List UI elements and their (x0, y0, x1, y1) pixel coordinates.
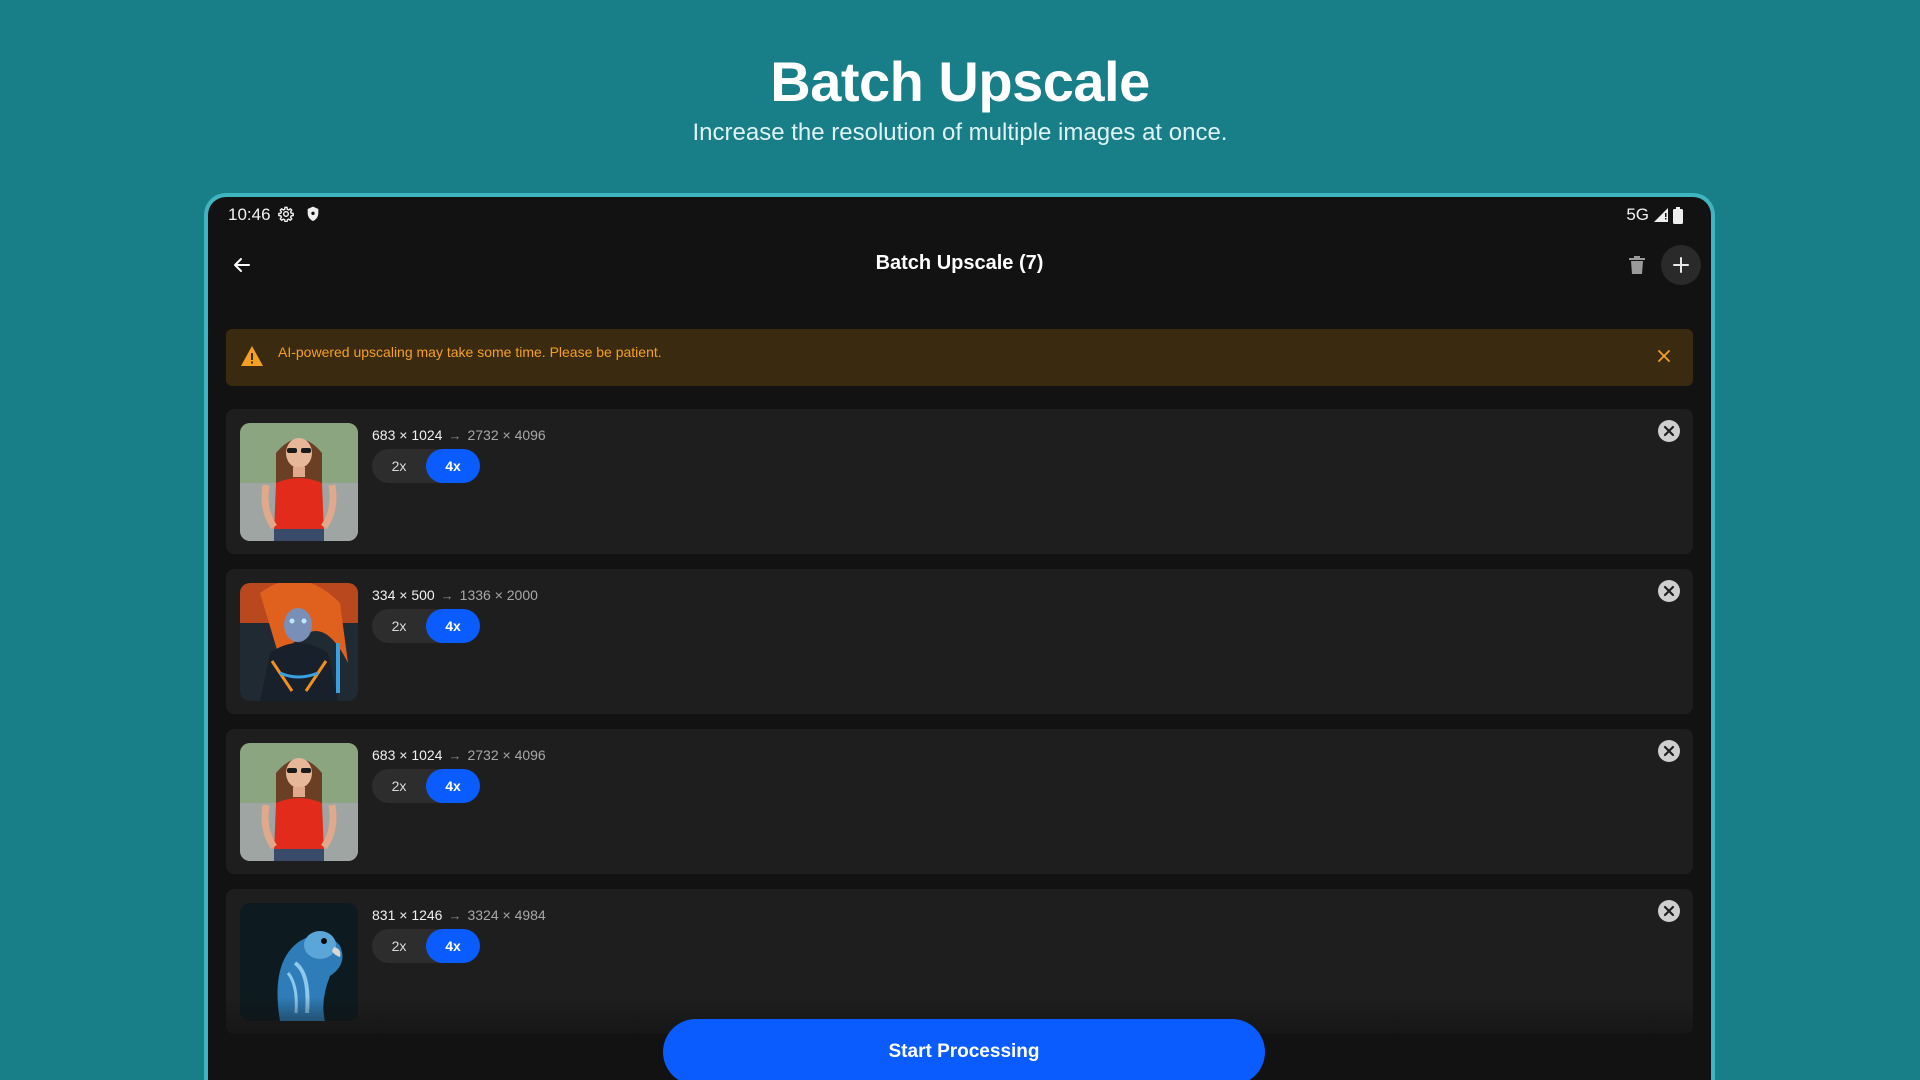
plus-icon (1673, 257, 1689, 273)
device-frame: 10:46 5G Batch Upscale (7) AI-powered up… (204, 193, 1715, 1080)
status-indicators: 5G (1626, 205, 1683, 225)
remove-image-button[interactable] (1657, 899, 1681, 923)
dimensions: 683 × 1024 → 2732 × 4096 (372, 747, 546, 763)
trash-icon (1629, 256, 1645, 274)
close-icon (1658, 350, 1670, 362)
hero-subtitle: Increase the resolution of multiple imag… (692, 119, 1228, 146)
scale-option-2x[interactable]: 2x (372, 929, 426, 963)
warning-close-button[interactable] (1653, 345, 1675, 367)
image-card: 683 × 1024 → 2732 × 4096 2x 4x (226, 409, 1693, 554)
target-dimensions: 2732 × 4096 (467, 427, 546, 443)
scale-option-4x[interactable]: 4x (426, 449, 480, 483)
scale-toggle: 2x 4x (372, 609, 480, 643)
scale-option-4x[interactable]: 4x (426, 769, 480, 803)
source-dimensions: 831 × 1246 (372, 907, 443, 923)
network-type: 5G (1626, 205, 1649, 224)
target-dimensions: 2732 × 4096 (467, 747, 546, 763)
source-dimensions: 334 × 500 (372, 587, 435, 603)
signal-icon (1654, 208, 1668, 222)
dimensions: 683 × 1024 → 2732 × 4096 (372, 427, 546, 443)
arrow-right-icon: → (448, 907, 462, 923)
image-thumbnail (240, 583, 358, 701)
image-list: 683 × 1024 → 2732 × 4096 2x 4x 334 × 500… (226, 409, 1693, 1049)
scale-option-2x[interactable]: 2x (372, 769, 426, 803)
scale-option-4x[interactable]: 4x (426, 929, 480, 963)
gear-icon (278, 206, 294, 222)
arrow-right-icon: → (440, 587, 454, 603)
image-thumbnail (240, 423, 358, 541)
target-dimensions: 1336 × 2000 (459, 587, 538, 603)
remove-image-button[interactable] (1657, 579, 1681, 603)
scale-option-2x[interactable]: 2x (372, 449, 426, 483)
scale-option-2x[interactable]: 2x (372, 609, 426, 643)
shield-icon (307, 206, 319, 221)
scale-option-4x[interactable]: 4x (426, 609, 480, 643)
app-title: Batch Upscale (7) (875, 252, 1044, 274)
status-bar: 10:46 5G (208, 197, 1711, 231)
remove-image-button[interactable] (1657, 419, 1681, 443)
add-image-button[interactable] (1661, 245, 1701, 285)
source-dimensions: 683 × 1024 (372, 427, 443, 443)
woman-red-top-thumbnail (240, 743, 358, 861)
arrow-right-icon: → (448, 747, 462, 763)
back-button[interactable] (224, 247, 260, 283)
hero: Batch Upscale Increase the resolution of… (0, 50, 1920, 148)
start-processing-button[interactable]: Start Processing (663, 1019, 1265, 1080)
woman-red-top-thumbnail (240, 423, 358, 541)
arrow-left-icon (234, 258, 250, 272)
warning-text: AI-powered upscaling may take some time.… (278, 344, 662, 360)
battery-icon (1673, 206, 1683, 224)
app-bar: Batch Upscale (7) (208, 237, 1711, 293)
source-dimensions: 683 × 1024 (372, 747, 443, 763)
dimensions: 831 × 1246 → 3324 × 4984 (372, 907, 546, 923)
scale-toggle: 2x 4x (372, 769, 480, 803)
hero-title: Batch Upscale (770, 50, 1150, 113)
delete-all-button[interactable] (1621, 249, 1653, 281)
scale-toggle: 2x 4x (372, 449, 480, 483)
warning-banner: AI-powered upscaling may take some time.… (226, 329, 1693, 386)
status-time: 10:46 (228, 205, 271, 224)
warning-triangle-icon (241, 346, 263, 366)
dimensions: 334 × 500 → 1336 × 2000 (372, 587, 538, 603)
arrow-right-icon: → (448, 427, 462, 443)
red-hair-warrior-thumbnail (240, 583, 358, 701)
remove-image-button[interactable] (1657, 739, 1681, 763)
scale-toggle: 2x 4x (372, 929, 480, 963)
image-thumbnail (240, 743, 358, 861)
image-card: 683 × 1024 → 2732 × 4096 2x 4x (226, 729, 1693, 874)
image-card: 334 × 500 → 1336 × 2000 2x 4x (226, 569, 1693, 714)
target-dimensions: 3324 × 4984 (467, 907, 546, 923)
